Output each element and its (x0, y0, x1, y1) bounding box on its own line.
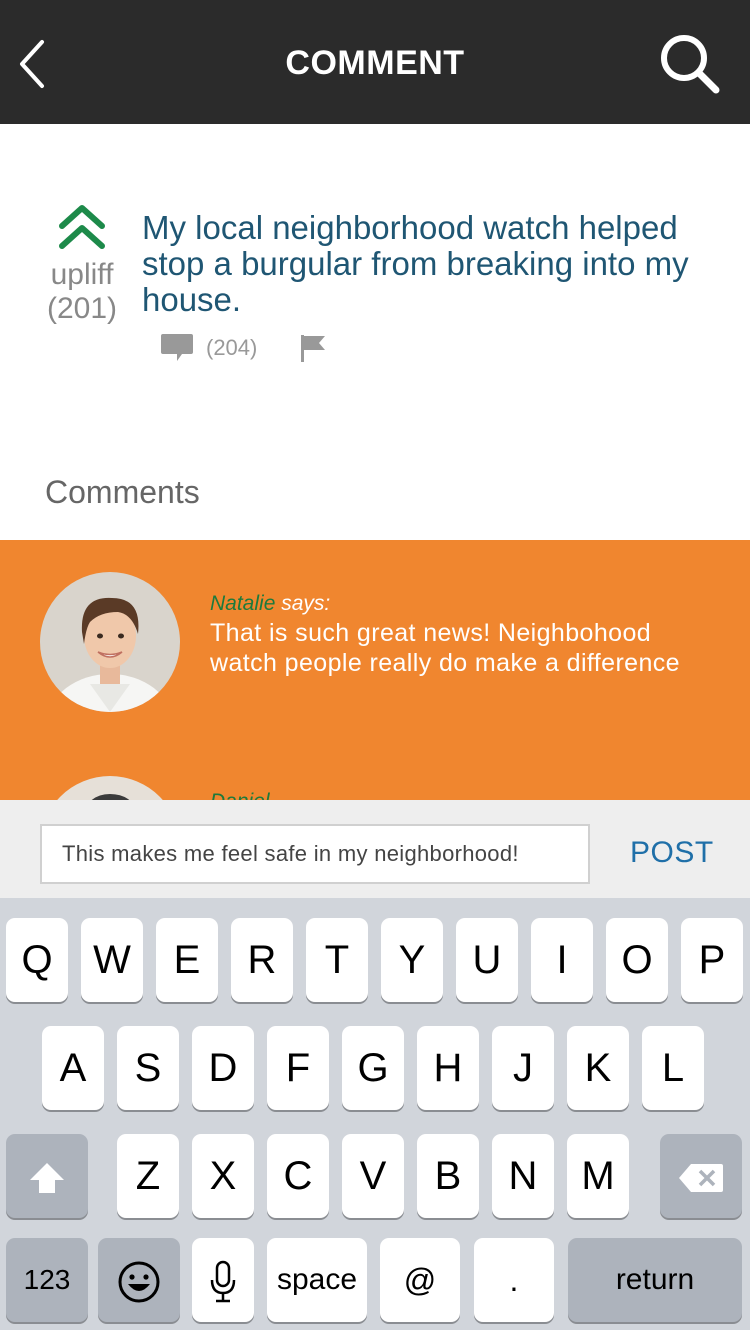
key-q[interactable]: Q (6, 918, 68, 1002)
backspace-key[interactable] (660, 1134, 742, 1218)
post-card: upliff (201) My local neighborhood watch… (0, 124, 750, 540)
author-name[interactable]: Daniel (210, 790, 270, 800)
key-r[interactable]: R (231, 918, 293, 1002)
key-d[interactable]: D (192, 1026, 254, 1110)
comment-item: Natalie says: That is such great news! N… (0, 540, 750, 776)
key-e[interactable]: E (156, 918, 218, 1002)
key-h[interactable]: H (417, 1026, 479, 1110)
key-l[interactable]: L (642, 1026, 704, 1110)
avatar (40, 572, 180, 712)
comment-bubble-icon[interactable] (160, 332, 194, 364)
key-g[interactable]: G (342, 1026, 404, 1110)
key-k[interactable]: K (567, 1026, 629, 1110)
comments-heading: Comments (45, 474, 200, 510)
says-label: says: (275, 592, 331, 615)
comments-list[interactable]: Natalie says: That is such great news! N… (0, 540, 750, 800)
key-v[interactable]: V (342, 1134, 404, 1218)
comment-author: Natalie says: (210, 592, 330, 616)
comment-item: Daniel (0, 776, 750, 800)
key-u[interactable]: U (456, 918, 518, 1002)
key-b[interactable]: B (417, 1134, 479, 1218)
key-f[interactable]: F (267, 1026, 329, 1110)
key-w[interactable]: W (81, 918, 143, 1002)
page-title: COMMENT (285, 44, 465, 82)
upvote-label: upliff (50, 258, 114, 291)
avatar (40, 776, 180, 800)
flag-icon[interactable] (299, 333, 327, 363)
post-meta: (204) (160, 328, 327, 368)
key-x[interactable]: X (192, 1134, 254, 1218)
keyboard: Q W E R T Y U I O P A S D F G H J K L Z … (0, 898, 750, 1330)
key-z[interactable]: Z (117, 1134, 179, 1218)
comment-input[interactable]: This makes me feel safe in my neighborho… (40, 824, 590, 884)
key-j[interactable]: J (492, 1026, 554, 1110)
emoji-key[interactable] (98, 1238, 180, 1322)
key-a[interactable]: A (42, 1026, 104, 1110)
key-y[interactable]: Y (381, 918, 443, 1002)
at-key[interactable]: @ (380, 1238, 460, 1322)
emoji-icon (118, 1261, 160, 1303)
shift-icon (30, 1163, 64, 1194)
comment-author: Daniel (210, 790, 270, 800)
numbers-key[interactable]: 123 (6, 1238, 88, 1322)
key-n[interactable]: N (492, 1134, 554, 1218)
author-name[interactable]: Natalie (210, 592, 275, 615)
key-i[interactable]: I (531, 918, 593, 1002)
period-key[interactable]: . (474, 1238, 554, 1322)
upvote-count: (201) (46, 292, 118, 325)
key-m[interactable]: M (567, 1134, 629, 1218)
key-o[interactable]: O (606, 918, 668, 1002)
key-t[interactable]: T (306, 918, 368, 1002)
microphone-icon (210, 1261, 236, 1303)
comment-body: That is such great news! Neighbohood wat… (210, 619, 680, 677)
key-p[interactable]: P (681, 918, 743, 1002)
backspace-icon (679, 1164, 723, 1193)
upvote-widget: upliff (201) (40, 204, 124, 326)
key-c[interactable]: C (267, 1134, 329, 1218)
return-key[interactable]: return (568, 1238, 742, 1322)
nav-bar: COMMENT (0, 0, 750, 124)
post-button[interactable]: POST (630, 836, 714, 870)
key-s[interactable]: S (117, 1026, 179, 1110)
upvote-chevron-icon[interactable] (57, 204, 107, 250)
microphone-key[interactable] (192, 1238, 254, 1322)
comment-composer: This makes me feel safe in my neighborho… (0, 800, 750, 898)
space-key[interactable]: space (267, 1238, 367, 1322)
comment-count: (204) (206, 335, 258, 360)
shift-key[interactable] (6, 1134, 88, 1218)
post-text: My local neighborhood watch helped stop … (142, 209, 689, 318)
search-icon[interactable] (656, 30, 724, 98)
